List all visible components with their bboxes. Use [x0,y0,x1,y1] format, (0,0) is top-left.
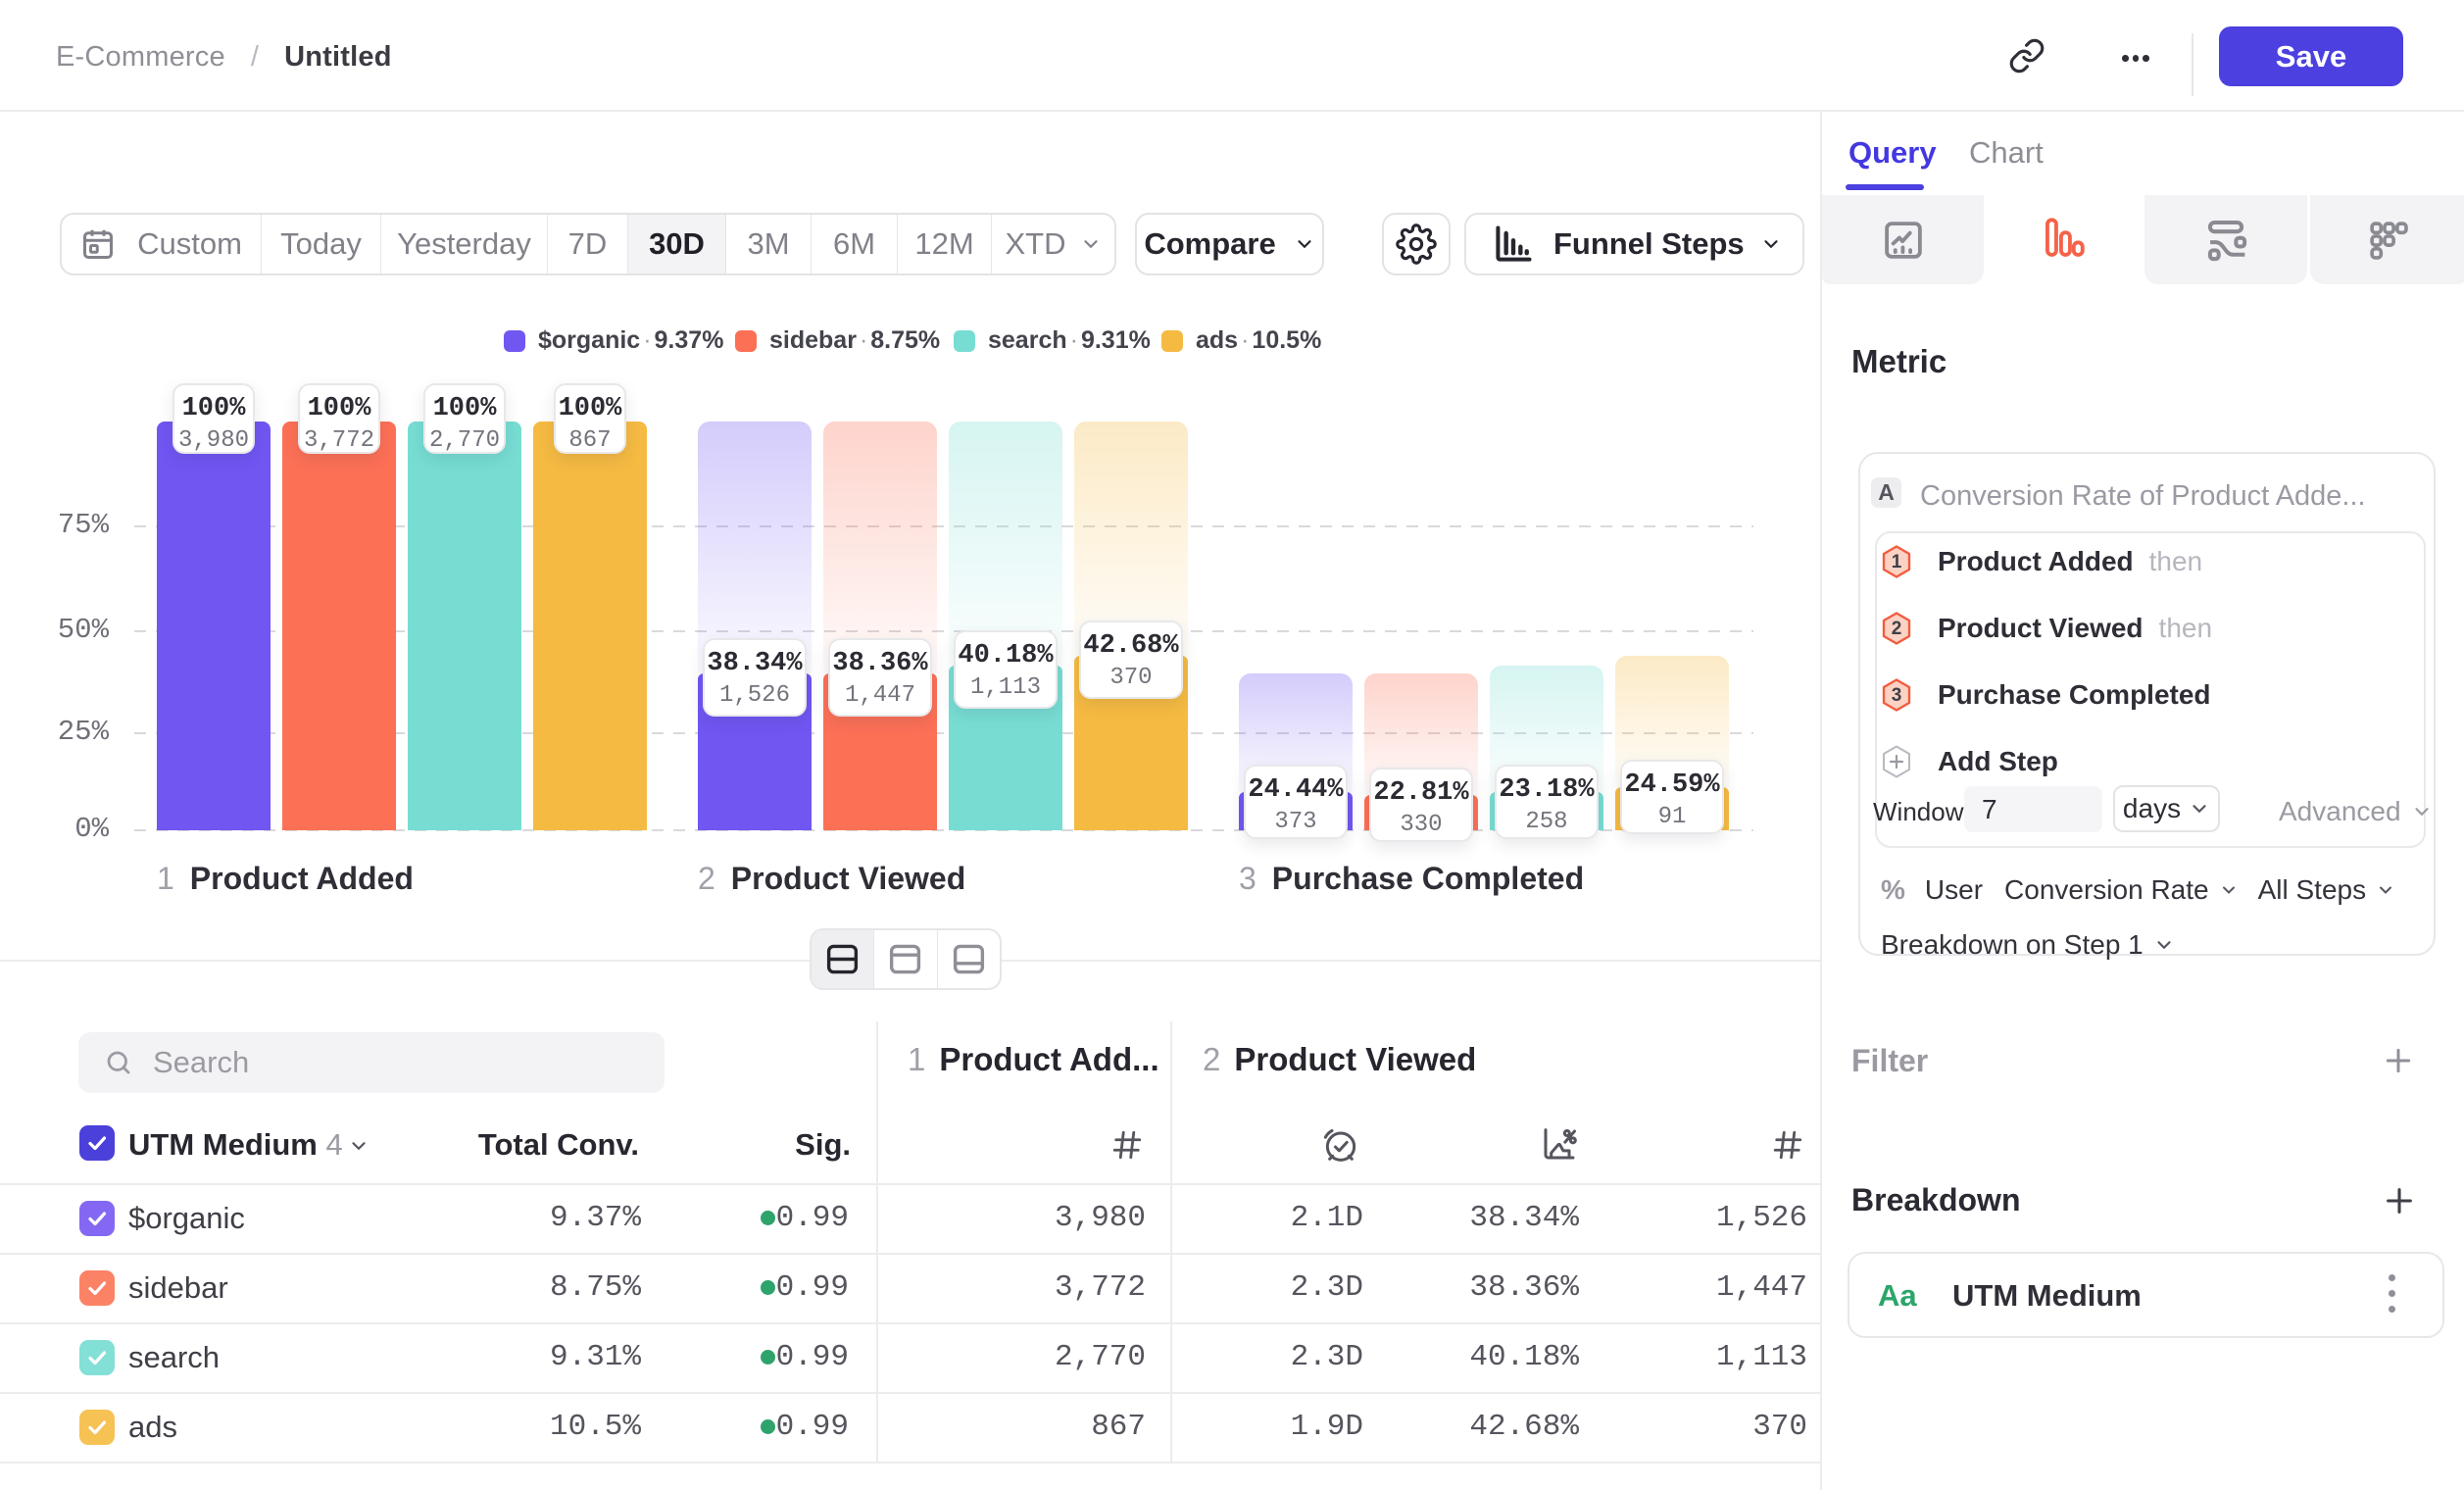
svg-text:1: 1 [1892,552,1902,572]
svg-text:2: 2 [1892,619,1902,639]
svg-text:3: 3 [1892,685,1902,706]
